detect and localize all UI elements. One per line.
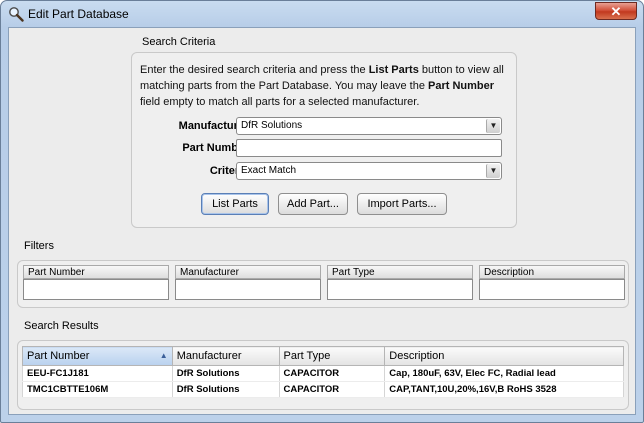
column-header-part-type[interactable]: Part Type [278,346,386,366]
instruction-text: Part Number [428,80,495,92]
filter-part-type: Part Type [327,265,473,300]
column-header-manufacturer[interactable]: Manufacturer [171,346,280,366]
manufacturer-value: DfR Solutions [241,120,303,131]
cell-part-number: TMC1CBTTE106M [22,381,173,398]
cell-manufacturer: DfR Solutions [171,381,280,398]
cell-part-number: EEU-FC1J181 [22,365,173,382]
filters-panel: Part Number Manufacturer Part Type Descr… [17,260,629,308]
instruction-text: Enter the desired search criteria and pr… [140,64,369,76]
import-parts-button[interactable]: Import Parts... [357,193,447,215]
filter-header: Part Type [327,265,473,279]
criteria-label: Criteria: [209,165,252,177]
part-number-label: Part Number: [182,142,252,154]
criteria-dropdown[interactable]: Exact Match ▼ [236,162,502,180]
table-row[interactable]: EEU-FC1J181 DfR Solutions CAPACITOR Cap,… [22,365,624,382]
criteria-value: Exact Match [241,165,297,176]
search-criteria-title: Search Criteria [142,36,216,48]
edit-part-database-window: Edit Part Database ✕ Search Criteria Ent… [0,0,644,423]
cell-part-type: CAPACITOR [278,365,386,382]
cell-part-type: CAPACITOR [278,381,386,398]
part-number-input[interactable] [236,139,502,157]
filters-title: Filters [24,240,54,252]
filter-part-number-input[interactable] [23,279,169,300]
column-header-description[interactable]: Description [384,346,624,366]
filter-part-number: Part Number [23,265,169,300]
title-bar[interactable]: Edit Part Database ✕ [1,1,643,27]
filter-header: Part Number [23,265,169,279]
filter-part-type-input[interactable] [327,279,473,300]
window-title: Edit Part Database [28,7,129,21]
filter-description: Description [479,265,625,300]
chevron-down-icon: ▼ [486,119,500,133]
results-header-row: Part Number ▲ Manufacturer Part Type Desc… [22,346,624,366]
search-results-panel: Part Number ▲ Manufacturer Part Type Desc… [17,340,629,410]
filter-header: Manufacturer [175,265,321,279]
table-row[interactable]: TMC1CBTTE106M DfR Solutions CAPACITOR CA… [22,381,624,398]
add-part-button[interactable]: Add Part... [278,193,348,215]
chevron-down-icon: ▼ [486,164,500,178]
filter-manufacturer: Manufacturer [175,265,321,300]
filter-description-input[interactable] [479,279,625,300]
magnifier-icon [9,7,24,22]
close-button[interactable]: ✕ [595,2,637,20]
manufacturer-dropdown[interactable]: DfR Solutions ▼ [236,117,502,135]
filter-header: Description [479,265,625,279]
instruction-text: List Parts [368,64,419,76]
search-results-title: Search Results [24,320,99,332]
sort-ascending-icon: ▲ [159,351,168,360]
cell-manufacturer: DfR Solutions [171,365,280,382]
dialog-body: Search Criteria Enter the desired search… [8,27,636,415]
results-table: Part Number ▲ Manufacturer Part Type Desc… [22,346,624,398]
cell-description: Cap, 180uF, 63V, Elec FC, Radial lead [384,365,624,382]
column-header-part-number[interactable]: Part Number ▲ [22,346,173,366]
manufacturer-label: Manufacturer: [178,120,252,132]
list-parts-button[interactable]: List Parts [201,193,269,215]
search-criteria-panel: Enter the desired search criteria and pr… [131,52,517,228]
search-instructions: Enter the desired search criteria and pr… [140,62,512,110]
filter-manufacturer-input[interactable] [175,279,321,300]
column-header-label: Part Number [27,350,90,362]
cell-description: CAP,TANT,10U,20%,16V,B RoHS 3528 [384,381,624,398]
instruction-text: field empty to match all parts for a sel… [140,96,420,108]
